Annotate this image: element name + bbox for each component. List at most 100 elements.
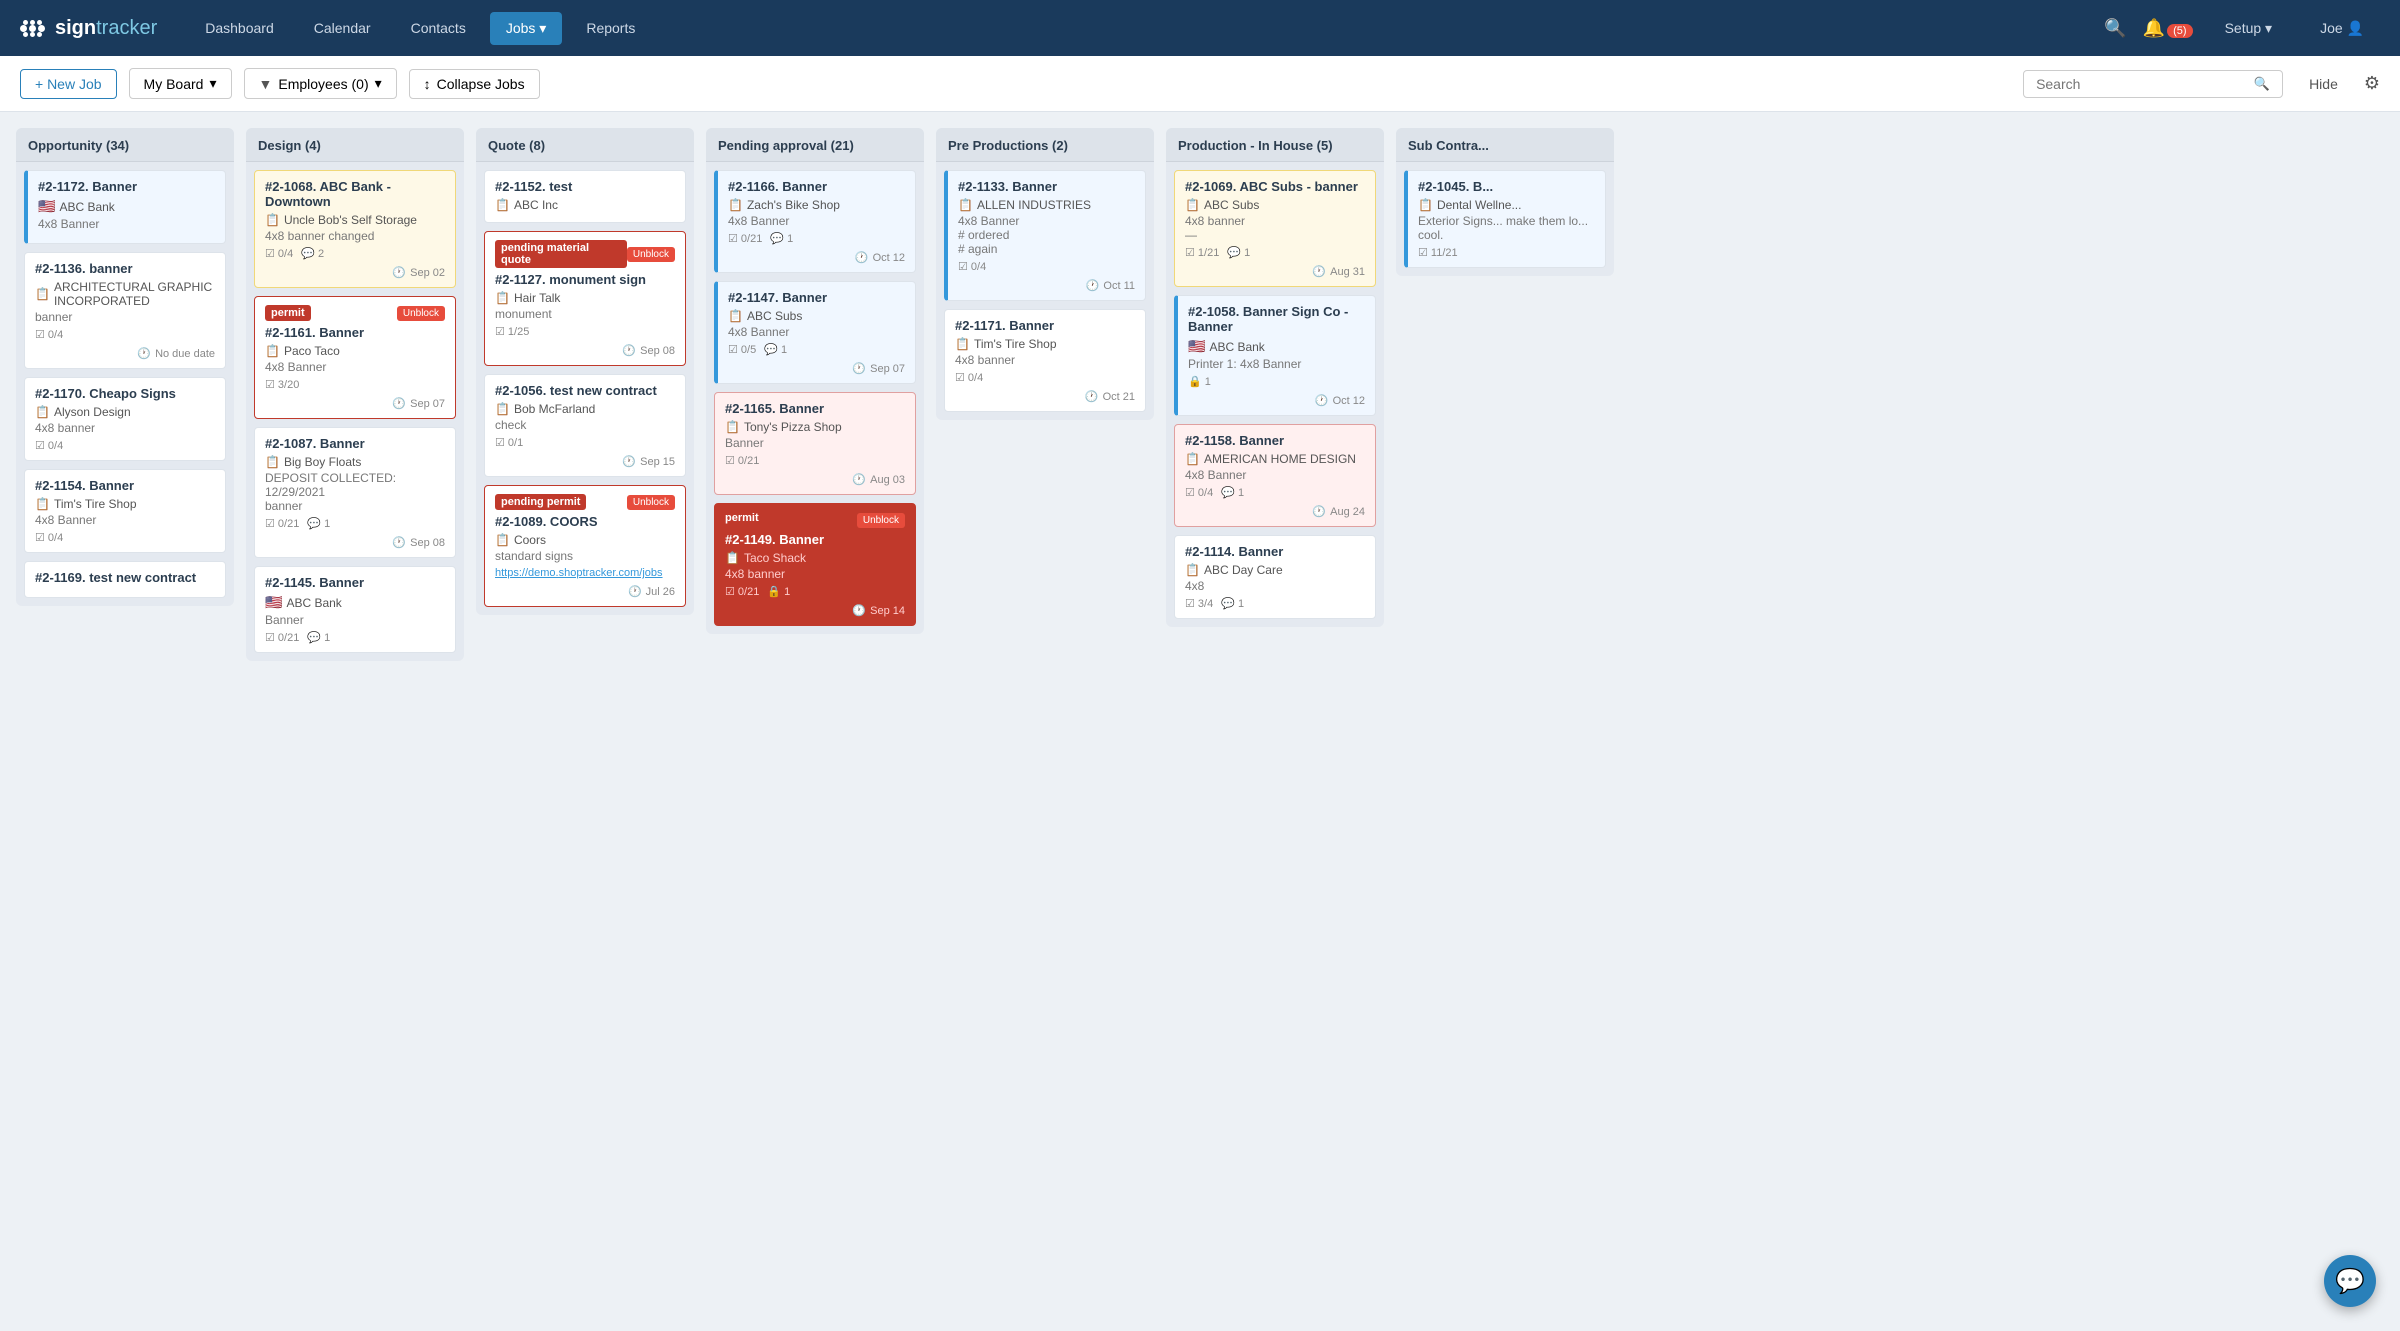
card--2-1114--banner[interactable]: #2-1114. Banner📋ABC Day Care4x8☑ 3/4💬 1 <box>1174 535 1376 619</box>
unblock-button[interactable]: Unblock <box>397 306 445 321</box>
date-text: Oct 21 <box>1103 391 1135 403</box>
card-date: 🕐No due date <box>35 347 215 360</box>
file-icon: 📋 <box>265 455 280 469</box>
card-title: #2-1166. Banner <box>728 179 905 194</box>
card-date: 🕐Sep 08 <box>495 344 675 357</box>
card-company: Dental Wellne... <box>1437 198 1522 212</box>
meta-item: 💬 2 <box>301 247 324 260</box>
nav-user[interactable]: Joe 👤 <box>2304 12 2380 45</box>
card-meta: ☑ 0/1 <box>495 436 675 449</box>
unblock-button[interactable]: Unblock <box>627 495 675 510</box>
date-text: Sep 08 <box>410 537 445 549</box>
meta-item: ☑ 0/4 <box>958 260 986 273</box>
card-type: banner <box>35 310 215 324</box>
card-type: 4x8 Banner <box>728 214 905 228</box>
card--2-1087--banner[interactable]: #2-1087. Banner📋Big Boy FloatsDEPOSIT CO… <box>254 427 456 558</box>
status-label: pending material quote <box>495 240 627 268</box>
card--2-1069--abc-subs---banner[interactable]: #2-1069. ABC Subs - banner📋ABC Subs4x8 b… <box>1174 170 1376 287</box>
file-icon: 📋 <box>725 420 740 434</box>
card-type: 4x8 Banner <box>728 325 905 339</box>
card--2-1145--banner[interactable]: #2-1145. Banner🇺🇸ABC BankBanner☑ 0/21💬 1 <box>254 566 456 653</box>
column-header-quote: Quote (8) <box>476 128 694 162</box>
card--2-1165--banner[interactable]: #2-1165. Banner📋Tony's Pizza ShopBanner☑… <box>714 392 916 495</box>
unblock-button[interactable]: Unblock <box>627 247 675 262</box>
card-date: 🕐Sep 02 <box>265 266 445 279</box>
meta-item: 💬 1 <box>307 517 330 530</box>
chat-fab-button[interactable]: 💬 <box>2324 1255 2376 1307</box>
column-quote: Quote (8) #2-1152. test📋ABC Inc pending ma… <box>476 128 694 615</box>
card--2-1154--banner[interactable]: #2-1154. Banner📋Tim's Tire Shop4x8 Banne… <box>24 469 226 553</box>
card--2-1172--banner[interactable]: #2-1172. Banner🇺🇸ABC Bank4x8 Banner <box>24 170 226 244</box>
date-text: Sep 14 <box>870 605 905 617</box>
card-title: #2-1171. Banner <box>955 318 1135 333</box>
card-type: 4x8 banner — <box>1185 214 1365 242</box>
card--2-1170--cheapo-signs[interactable]: #2-1170. Cheapo Signs📋Alyson Design4x8 b… <box>24 377 226 461</box>
card--2-1089--coors[interactable]: pending permitUnblock#2-1089. COORS📋Coor… <box>484 485 686 607</box>
clock-icon: 🕐 <box>852 604 866 617</box>
card-type: 4x8 banner <box>955 353 1135 367</box>
card--2-1133--banner[interactable]: #2-1133. Banner📋ALLEN INDUSTRIES4x8 Bann… <box>944 170 1146 301</box>
collapse-jobs-button[interactable]: ↕ Collapse Jobs <box>409 69 540 99</box>
card--2-1161--banner[interactable]: permitUnblock#2-1161. Banner📋Paco Taco4x… <box>254 296 456 419</box>
card--2-1158--banner[interactable]: #2-1158. Banner📋AMERICAN HOME DESIGN4x8 … <box>1174 424 1376 527</box>
unblock-button[interactable]: Unblock <box>857 513 905 528</box>
file-icon: 📋 <box>495 291 510 305</box>
my-board-button[interactable]: My Board ▾ <box>129 68 232 99</box>
file-icon: 📋 <box>725 551 740 565</box>
meta-item: ☑ 0/4 <box>1185 486 1213 499</box>
card-date: 🕐Oct 21 <box>955 390 1135 403</box>
card-type: Printer 1: 4x8 Banner <box>1188 357 1365 371</box>
card-title: #2-1158. Banner <box>1185 433 1365 448</box>
bell-icon[interactable]: 🔔(5) <box>2143 18 2193 39</box>
meta-item: ☑ 0/4 <box>35 328 63 341</box>
column-design: Design (4)#2-1068. ABC Bank - Downtown📋U… <box>246 128 464 661</box>
column-cards-design: #2-1068. ABC Bank - Downtown📋Uncle Bob's… <box>246 162 464 661</box>
card--2-1169--test-new-contract[interactable]: #2-1169. test new contract <box>24 561 226 598</box>
column-pending_approval: Pending approval (21)#2-1166. Banner📋Zac… <box>706 128 924 634</box>
card-title: #2-1152. test <box>495 179 675 194</box>
card-company: Paco Taco <box>284 344 340 358</box>
column-cards-production_in_house: #2-1069. ABC Subs - banner📋ABC Subs4x8 b… <box>1166 162 1384 627</box>
search-box[interactable]: 🔍 <box>2023 70 2283 98</box>
nav-calendar[interactable]: Calendar <box>298 12 387 44</box>
card--2-1045--b---[interactable]: #2-1045. B...📋Dental Wellne...Exterior S… <box>1404 170 1606 268</box>
nav-jobs[interactable]: Jobs <box>490 12 563 45</box>
card--2-1127--monument-sign[interactable]: pending material quoteUnblock#2-1127. mo… <box>484 231 686 366</box>
status-label: permit <box>725 512 759 524</box>
file-icon: 📋 <box>958 198 973 212</box>
search-icon[interactable]: 🔍 <box>2104 18 2126 39</box>
file-icon: 📋 <box>265 213 280 227</box>
nav-dashboard[interactable]: Dashboard <box>189 12 290 44</box>
clock-icon: 🕐 <box>852 473 866 486</box>
card-meta: ☑ 0/4💬 1 <box>1185 486 1365 499</box>
card-link[interactable]: https://demo.shoptracker.com/jobs <box>495 567 675 579</box>
hide-button[interactable]: Hide <box>2295 70 2352 98</box>
card-meta: ☑ 1/25 <box>495 325 675 338</box>
file-icon: 📋 <box>35 405 50 419</box>
nav-setup[interactable]: Setup <box>2209 12 2289 45</box>
card--2-1152--test[interactable]: #2-1152. test📋ABC Inc <box>484 170 686 223</box>
search-input[interactable] <box>2036 76 2254 92</box>
meta-item: ☑ 0/4 <box>35 531 63 544</box>
card-meta: ☑ 3/20 <box>265 378 445 391</box>
card--2-1056--test-new-contract[interactable]: #2-1056. test new contract📋Bob McFarland… <box>484 374 686 477</box>
file-icon: 📋 <box>495 533 510 547</box>
employees-filter-button[interactable]: ▼ Employees (0) ▾ <box>244 68 397 99</box>
card--2-1171--banner[interactable]: #2-1171. Banner📋Tim's Tire Shop4x8 banne… <box>944 309 1146 412</box>
card--2-1147--banner[interactable]: #2-1147. Banner📋ABC Subs4x8 Banner☑ 0/5💬… <box>714 281 916 384</box>
new-job-button[interactable]: + New Job <box>20 69 117 99</box>
card-type: 4x8 Banner <box>38 217 215 231</box>
file-icon: 📋 <box>1185 198 1200 212</box>
card--2-1166--banner[interactable]: #2-1166. Banner📋Zach's Bike Shop4x8 Bann… <box>714 170 916 273</box>
card--2-1068--abc-bank---downtown[interactable]: #2-1068. ABC Bank - Downtown📋Uncle Bob's… <box>254 170 456 288</box>
card-meta: ☑ 3/4💬 1 <box>1185 597 1365 610</box>
gear-icon[interactable]: ⚙ <box>2364 73 2380 94</box>
card-company: ABC Bank <box>59 200 114 214</box>
card-meta: ☑ 0/5💬 1 <box>728 343 905 356</box>
card--2-1136--banner[interactable]: #2-1136. banner📋ARCHITECTURAL GRAPHIC IN… <box>24 252 226 369</box>
nav-reports[interactable]: Reports <box>570 12 651 44</box>
nav-contacts[interactable]: Contacts <box>395 12 482 44</box>
card--2-1058--banner-sign-co---banner[interactable]: #2-1058. Banner Sign Co - Banner🇺🇸ABC Ba… <box>1174 295 1376 416</box>
card--2-1149--banner[interactable]: permitUnblock#2-1149. Banner📋Taco Shack4… <box>714 503 916 626</box>
card-type: DEPOSIT COLLECTED: 12/29/2021 banner <box>265 471 445 513</box>
